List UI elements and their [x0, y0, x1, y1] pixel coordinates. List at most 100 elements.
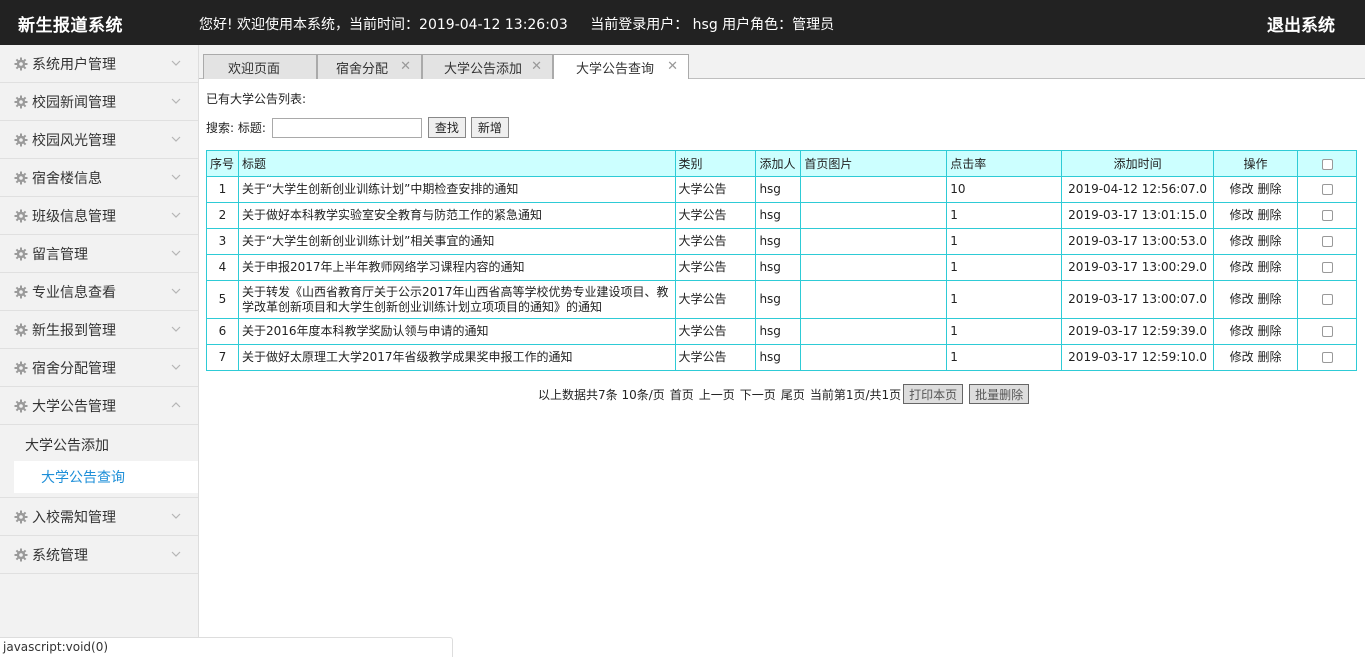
- edit-link[interactable]: 修改: [1230, 260, 1254, 274]
- col-header-time: 添加时间: [1061, 150, 1215, 177]
- add-button[interactable]: 新增: [470, 117, 509, 138]
- sidebar-subitem-notice-add[interactable]: 大学公告添加: [0, 429, 190, 461]
- cell-category: 大学公告: [674, 176, 757, 203]
- list-title: 已有大学公告列表:: [206, 92, 307, 106]
- sidebar-item-label: 宿舍楼信息: [32, 170, 102, 187]
- select-all-cell: [1297, 150, 1357, 177]
- sidebar-item[interactable]: 系统管理: [0, 536, 198, 574]
- sidebar-item[interactable]: 校园新闻管理: [0, 83, 198, 121]
- cell-no: 2: [206, 202, 239, 229]
- cell-actions: 修改 删除: [1213, 318, 1298, 345]
- tab-welcome[interactable]: 欢迎页面: [203, 54, 317, 79]
- delete-link[interactable]: 删除: [1257, 260, 1281, 274]
- current-user-info: 当前登录用户： hsg 用户角色：管理员: [590, 17, 835, 33]
- chevron-up-icon: [170, 399, 182, 411]
- sidebar-item[interactable]: 班级信息管理: [0, 197, 198, 235]
- cell-title: 关于“大学生创新创业训练计划”相关事宜的通知: [237, 228, 676, 255]
- delete-link[interactable]: 删除: [1257, 234, 1281, 248]
- tab-dorm-assign[interactable]: 宿舍分配 ✕: [317, 54, 422, 79]
- cell-title: 关于申报2017年上半年教师网络学习课程内容的通知: [237, 254, 676, 281]
- col-header-category: 类别: [674, 150, 757, 177]
- chevron-down-icon: [170, 171, 182, 183]
- edit-link[interactable]: 修改: [1230, 292, 1254, 306]
- search-input[interactable]: [271, 117, 422, 138]
- cell-title: 关于做好本科教学实验室安全教育与防范工作的紧急通知: [237, 202, 676, 229]
- search-bar: 搜索: 标题: 查找 新增: [206, 117, 514, 138]
- print-page-button[interactable]: 打印本页: [903, 384, 964, 404]
- delete-link[interactable]: 删除: [1257, 292, 1281, 306]
- cell-title: 关于“大学生创新创业训练计划”中期检查安排的通知: [237, 176, 676, 203]
- select-all-checkbox[interactable]: [1321, 158, 1333, 170]
- pager-next[interactable]: 下一页: [740, 386, 776, 403]
- cell-no: 4: [206, 254, 239, 281]
- sidebar-item[interactable]: 宿舍楼信息: [0, 159, 198, 197]
- table-row: 7 关于做好太原理工大学2017年省级教学成果奖申报工作的通知 大学公告 hsg 1 20…: [206, 344, 1357, 371]
- sidebar-item-label: 留言管理: [32, 246, 88, 263]
- cell-image: [800, 228, 948, 255]
- gear-icon: [14, 285, 28, 299]
- pager-last[interactable]: 尾页: [781, 386, 805, 403]
- cell-adder: hsg: [755, 202, 802, 229]
- sidebar-item[interactable]: 新生报到管理: [0, 311, 198, 349]
- cell-actions: 修改 删除: [1213, 202, 1298, 229]
- pager-summary: 以上数据共7条 10条/页: [538, 387, 665, 402]
- close-icon[interactable]: ✕: [531, 59, 542, 74]
- close-icon[interactable]: ✕: [667, 59, 678, 74]
- sidebar-item-label: 入校需知管理: [32, 509, 116, 526]
- delete-link[interactable]: 删除: [1257, 208, 1281, 222]
- tab-notice-query[interactable]: 大学公告查询 ✕: [553, 54, 689, 80]
- cell-time: 2019-04-12 12:56:07.0: [1061, 176, 1215, 203]
- delete-link[interactable]: 删除: [1257, 324, 1281, 338]
- cell-time: 2019-03-17 13:00:07.0: [1061, 280, 1215, 319]
- sidebar-item[interactable]: 入校需知管理: [0, 498, 198, 536]
- cell-select: [1297, 318, 1357, 345]
- edit-link[interactable]: 修改: [1230, 324, 1254, 338]
- cell-clicks: 1: [946, 254, 1063, 281]
- chevron-down-icon: [170, 133, 182, 145]
- cell-actions: 修改 删除: [1213, 344, 1298, 371]
- sidebar-subitem-notice-query[interactable]: 大学公告查询: [14, 461, 198, 493]
- pagination: 以上数据共7条 10条/页 首页 上一页 下一页 尾页 当前第1页/共1页 打印…: [538, 384, 1033, 404]
- gear-icon: [14, 209, 28, 223]
- sidebar-item[interactable]: 校园风光管理: [0, 121, 198, 159]
- cell-image: [800, 318, 948, 345]
- cell-image: [800, 176, 948, 203]
- close-icon[interactable]: ✕: [400, 59, 411, 74]
- edit-link[interactable]: 修改: [1230, 182, 1254, 196]
- pager-prev[interactable]: 上一页: [699, 386, 735, 403]
- row-checkbox[interactable]: [1321, 352, 1333, 363]
- cell-actions: 修改 删除: [1213, 228, 1298, 255]
- row-checkbox[interactable]: [1321, 294, 1333, 305]
- cell-time: 2019-03-17 13:00:29.0: [1061, 254, 1215, 281]
- row-checkbox[interactable]: [1321, 210, 1333, 221]
- chevron-down-icon: [170, 361, 182, 373]
- notice-table: 序号 标题 类别 添加人 首页图片 点击率 添加时间 操作 1 关于“大学生创新创…: [206, 150, 1357, 371]
- row-checkbox[interactable]: [1321, 184, 1333, 195]
- batch-delete-button[interactable]: 批量删除: [969, 384, 1030, 404]
- delete-link[interactable]: 删除: [1257, 182, 1281, 196]
- pager-first[interactable]: 首页: [670, 386, 694, 403]
- sidebar-item[interactable]: 系统用户管理: [0, 45, 198, 83]
- gear-icon: [14, 247, 28, 261]
- col-header-no: 序号: [206, 150, 239, 177]
- sidebar-item[interactable]: 宿舍分配管理: [0, 349, 198, 387]
- table-row: 3 关于“大学生创新创业训练计划”相关事宜的通知 大学公告 hsg 1 2019-03-1…: [206, 228, 1357, 255]
- tab-notice-add[interactable]: 大学公告添加 ✕: [422, 54, 553, 79]
- edit-link[interactable]: 修改: [1230, 350, 1254, 364]
- sidebar-item[interactable]: 留言管理: [0, 235, 198, 273]
- sidebar-item-label: 校园风光管理: [32, 132, 116, 149]
- sidebar-item[interactable]: 专业信息查看: [0, 273, 198, 311]
- edit-link[interactable]: 修改: [1230, 208, 1254, 222]
- logout-button[interactable]: 退出系统: [1267, 11, 1335, 36]
- table-row: 6 关于2016年度本科教学奖励认领与申请的通知 大学公告 hsg 1 2019-03-1…: [206, 318, 1357, 345]
- search-button[interactable]: 查找: [427, 117, 466, 138]
- delete-link[interactable]: 删除: [1257, 350, 1281, 364]
- edit-link[interactable]: 修改: [1230, 234, 1254, 248]
- app-title: 新生报道系统: [18, 16, 123, 36]
- row-checkbox[interactable]: [1321, 326, 1333, 337]
- cell-actions: 修改 删除: [1213, 280, 1298, 319]
- sidebar-item[interactable]: 大学公告管理: [0, 387, 198, 425]
- pager-current: 当前第1页/共1页: [809, 387, 902, 402]
- row-checkbox[interactable]: [1321, 262, 1333, 273]
- row-checkbox[interactable]: [1321, 236, 1333, 247]
